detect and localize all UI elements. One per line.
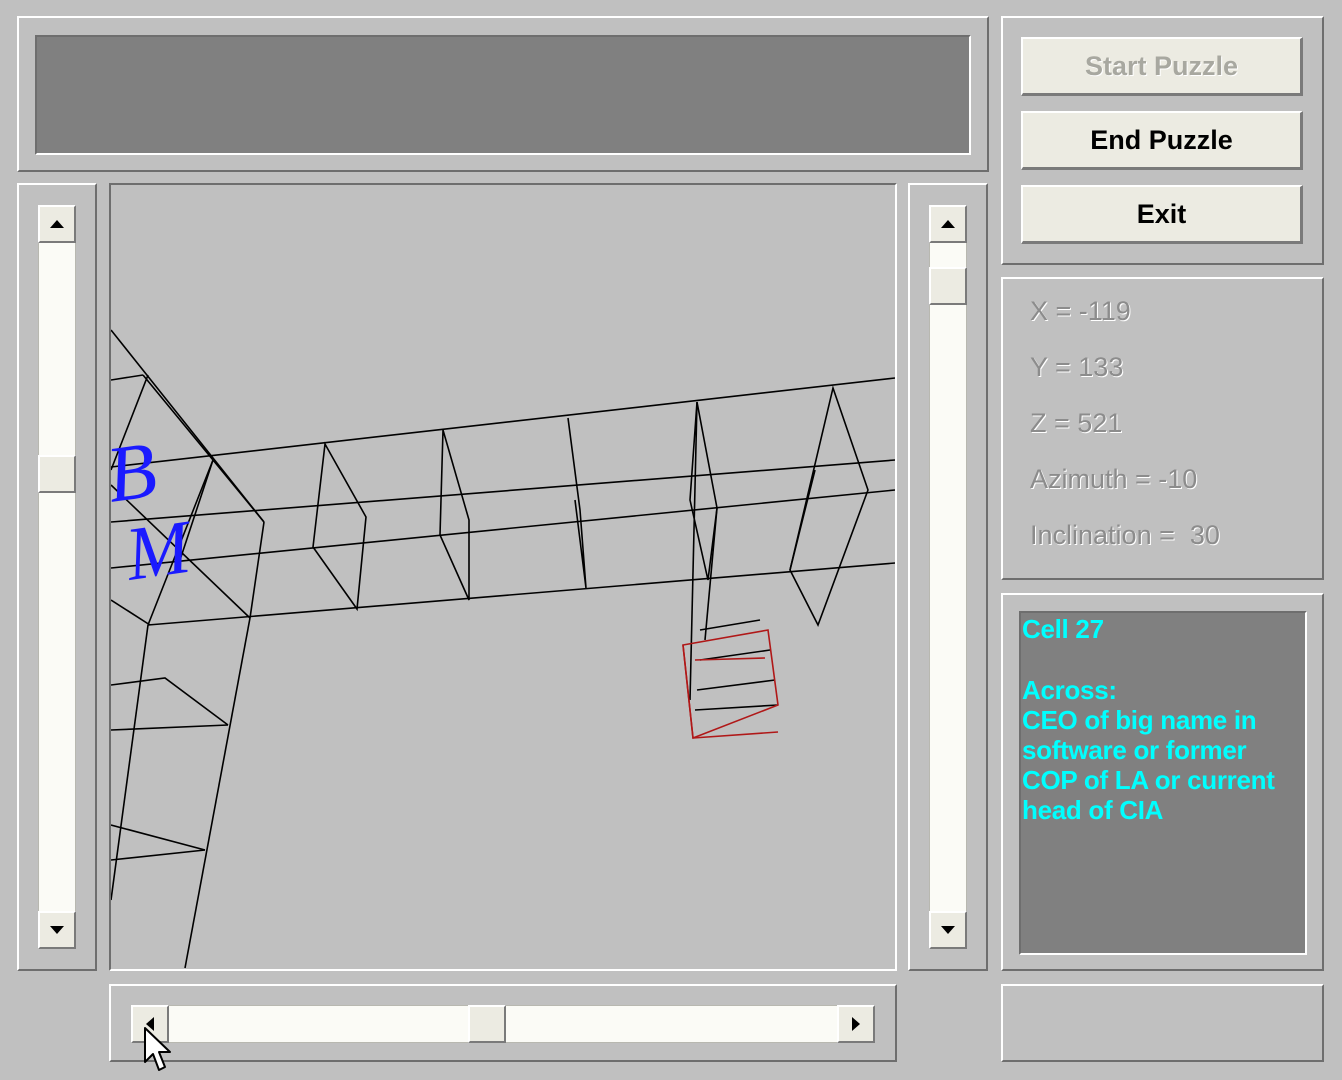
z-coordinate: Z = 521 xyxy=(1030,408,1123,438)
clue-direction: Across: xyxy=(1022,675,1117,705)
exit-button[interactable]: Exit xyxy=(1021,185,1303,244)
right-scrollbar-track[interactable] xyxy=(929,205,967,949)
start-puzzle-button[interactable]: Start Puzzle xyxy=(1021,37,1303,96)
left-scroll-up-button[interactable] xyxy=(38,205,76,243)
right-scroll-up-button[interactable] xyxy=(929,205,967,243)
wireframe-grid xyxy=(111,329,895,969)
bottom-scroll-panel xyxy=(109,984,897,1062)
puzzle-viewport[interactable]: B M xyxy=(109,183,897,971)
y-coordinate: Y = 133 xyxy=(1030,352,1124,382)
right-scroll-thumb[interactable] xyxy=(929,267,967,305)
cell-letter: B xyxy=(111,426,162,520)
azimuth-readout: Azimuth = -10 xyxy=(1030,464,1198,494)
clue-text-line: software or former xyxy=(1022,735,1247,765)
clue-text-line: CEO of big name in xyxy=(1022,705,1257,735)
arrow-down-icon xyxy=(941,926,955,934)
bottom-scroll-right-button[interactable] xyxy=(837,1005,875,1043)
clue-text-line: head of CIA xyxy=(1022,795,1164,825)
left-scroll-panel xyxy=(17,183,97,971)
status-panel xyxy=(1001,984,1324,1062)
inclination-readout: Inclination = 30 xyxy=(1030,520,1220,550)
bottom-scroll-thumb[interactable] xyxy=(468,1005,506,1043)
arrow-right-icon xyxy=(852,1017,860,1031)
left-scroll-thumb[interactable] xyxy=(38,455,76,493)
end-puzzle-button[interactable]: End Puzzle xyxy=(1021,111,1303,170)
clue-text-line: COP of LA or current xyxy=(1022,765,1275,795)
wireframe-view[interactable]: B M xyxy=(111,185,895,969)
left-scrollbar-track[interactable] xyxy=(38,205,76,949)
arrow-down-icon xyxy=(50,926,64,934)
right-scroll-panel xyxy=(908,183,988,971)
message-panel xyxy=(17,16,989,172)
arrow-up-icon xyxy=(50,220,64,228)
message-display xyxy=(35,35,971,155)
mouse-cursor-icon xyxy=(144,1027,171,1071)
button-panel: Start Puzzle End Puzzle Exit xyxy=(1001,16,1324,265)
x-coordinate: X = -119 xyxy=(1030,296,1131,326)
left-scroll-down-button[interactable] xyxy=(38,911,76,949)
selected-cell-outline xyxy=(682,629,779,740)
right-scroll-down-button[interactable] xyxy=(929,911,967,949)
arrow-up-icon xyxy=(941,220,955,228)
cell-letter: M xyxy=(120,504,199,597)
clue-cell-number: Cell 27 xyxy=(1022,614,1104,644)
